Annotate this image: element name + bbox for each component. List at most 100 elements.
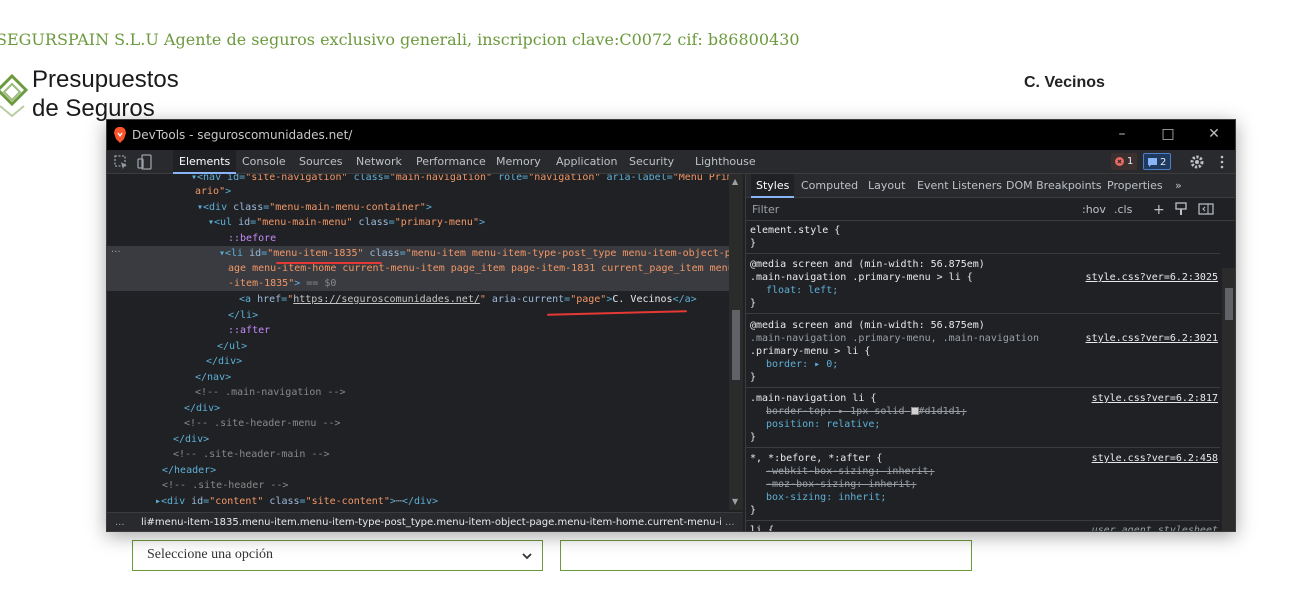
elements-scrollbar[interactable]: ▲ ▼ xyxy=(729,174,743,510)
chevron-down-icon xyxy=(522,553,532,560)
decl-color: #d1d1d1; xyxy=(918,406,967,417)
dom-comment[interactable]: <!-- .main-navigation --> xyxy=(107,385,729,400)
css-rules-list[interactable]: element.style { } @media screen and (min… xyxy=(746,222,1220,531)
toggle-sidebar-icon[interactable] xyxy=(1198,201,1214,217)
rule-declaration[interactable]: float: left; xyxy=(766,284,838,297)
rule-selector[interactable]: *, *:before, *:after { xyxy=(750,452,882,465)
dom-line[interactable]: </header> xyxy=(107,463,729,478)
tab-styles[interactable]: Styles xyxy=(751,174,795,198)
dom-comment[interactable]: <!-- .site-header --> xyxy=(107,478,729,493)
rule-close: } xyxy=(750,238,757,249)
tab-event-listeners[interactable]: Event Listeners xyxy=(912,174,1007,198)
nav-link-c-vecinos[interactable]: C. Vecinos xyxy=(1024,74,1105,92)
dom-breadcrumb[interactable]: ... li#menu-item-1835.menu-item.menu-ite… xyxy=(107,512,743,531)
tab-application[interactable]: Application xyxy=(550,150,623,174)
dom-line[interactable]: ario"> xyxy=(107,184,729,199)
text-input[interactable] xyxy=(560,540,972,571)
rule-declaration-overridden[interactable]: -webkit-box-sizing: inherit; xyxy=(766,465,935,478)
maximize-icon[interactable]: □ xyxy=(1160,126,1176,142)
rule-media: @media screen and (min-width: 56.875em) xyxy=(750,259,985,270)
dom-line[interactable]: </ul> xyxy=(107,339,729,354)
tab-memory[interactable]: Memory xyxy=(490,150,547,174)
tab-security[interactable]: Security xyxy=(623,150,680,174)
tab-sources[interactable]: Sources xyxy=(293,150,349,174)
styles-subtabs: Styles Computed Layout Event Listeners D… xyxy=(746,174,1235,198)
tab-performance[interactable]: Performance xyxy=(410,150,492,174)
scroll-up-icon[interactable]: ▲ xyxy=(732,178,740,186)
message-icon xyxy=(1148,158,1157,167)
devtools-titlebar: DevTools - seguroscomunidades.net/ – □ ✕ xyxy=(107,120,1235,150)
brave-lion-icon xyxy=(114,127,126,143)
rule-declaration-overridden[interactable]: -moz-box-sizing: inherit; xyxy=(766,478,917,491)
close-icon[interactable]: ✕ xyxy=(1206,126,1222,142)
tab-lighthouse[interactable]: Lighthouse xyxy=(689,150,762,174)
dom-comment[interactable]: <!-- .site-header-main --> xyxy=(107,447,729,462)
rule-selector[interactable]: .primary-menu > li { xyxy=(750,345,870,358)
scrollbar-thumb[interactable] xyxy=(1225,288,1233,320)
message-count-badge[interactable]: 2 xyxy=(1143,153,1172,170)
scroll-down-icon[interactable]: ▼ xyxy=(732,498,740,506)
dom-line[interactable]: </nav> xyxy=(107,370,729,385)
rule-source-link[interactable]: style.css?ver=6.2:3021 xyxy=(1086,332,1218,345)
option-select[interactable]: Seleccione una opción xyxy=(132,540,543,571)
rule-selector[interactable]: .main-navigation .primary-menu, .main-na… xyxy=(750,332,1039,345)
site-logo[interactable]: Presupuestos de Seguros xyxy=(0,66,218,126)
tab-network[interactable]: Network xyxy=(350,150,408,174)
minimize-icon[interactable]: – xyxy=(1114,126,1130,142)
dom-line-selected[interactable]: age menu-item-home current-menu-item pag… xyxy=(107,261,729,276)
hov-toggle[interactable]: :hov xyxy=(1082,201,1106,219)
rule-element-style[interactable]: element.style { xyxy=(750,224,840,237)
tab-properties[interactable]: Properties xyxy=(1102,174,1168,198)
tab-console[interactable]: Console xyxy=(236,150,292,174)
rule-source-link[interactable]: style.css?ver=6.2:817 xyxy=(1092,392,1218,405)
styles-filter-row: Filter :hov .cls + xyxy=(746,199,1235,221)
dom-line[interactable]: </div> xyxy=(107,401,729,416)
paint-brush-icon[interactable] xyxy=(1174,201,1188,217)
new-rule-icon[interactable]: + xyxy=(1153,201,1165,219)
error-count-badge[interactable]: 1 xyxy=(1111,153,1138,170)
rule-selector[interactable]: .main-navigation .primary-menu > li { xyxy=(750,271,973,284)
dom-line[interactable]: ▸<div id="content" class="site-content">… xyxy=(107,494,729,509)
dom-line-anchor[interactable]: <a href="https://seguroscomunidades.net/… xyxy=(107,292,729,307)
dom-line-before[interactable]: ::before xyxy=(107,231,729,246)
rule-declaration[interactable]: position: relative; xyxy=(766,418,880,431)
rule-selector[interactable]: .main-navigation li { xyxy=(750,392,876,405)
rule-declaration-overridden[interactable]: border-top: ▸ 1px solid #d1d1d1; xyxy=(766,405,967,418)
scrollbar-thumb[interactable] xyxy=(732,310,740,380)
dom-line[interactable]: ▾<ul id="menu-main-menu" class="primary-… xyxy=(107,215,729,230)
dom-line[interactable]: </div> xyxy=(107,354,729,369)
dom-line[interactable]: </div> xyxy=(107,432,729,447)
settings-gear-icon[interactable] xyxy=(1189,154,1205,170)
styles-filter-input[interactable]: Filter xyxy=(750,201,1074,219)
device-toolbar-icon[interactable] xyxy=(137,154,153,170)
more-options-icon[interactable] xyxy=(1214,154,1230,170)
dom-line-selected[interactable]: ▾<li id="menu-item-1835" class="menu-ite… xyxy=(107,246,729,261)
elements-dom-tree[interactable]: ▾<nav id="site-navigation" class="main-n… xyxy=(107,174,729,510)
breadcrumb-overflow-left[interactable]: ... xyxy=(115,513,125,531)
dom-line[interactable]: </li> xyxy=(107,308,729,323)
rule-declaration[interactable]: box-sizing: inherit; xyxy=(766,491,886,504)
message-count: 2 xyxy=(1160,157,1167,168)
tab-elements[interactable]: Elements xyxy=(173,150,237,174)
site-topline: SEGURSPAIN S.L.U Agente de seguros exclu… xyxy=(0,30,800,49)
styles-scrollbar[interactable] xyxy=(1222,268,1235,531)
rule-source-link[interactable]: style.css?ver=6.2:458 xyxy=(1092,452,1218,465)
dom-comment[interactable]: <!-- .site-header-menu --> xyxy=(107,416,729,431)
dom-line-after[interactable]: ::after xyxy=(107,323,729,338)
logo-mark-icon xyxy=(0,73,29,118)
tab-layout[interactable]: Layout xyxy=(863,174,910,198)
cls-toggle[interactable]: .cls xyxy=(1114,201,1132,219)
tab-dom-breakpoints[interactable]: DOM Breakpoints xyxy=(1001,174,1107,198)
breadcrumb-overflow-right[interactable]: ... xyxy=(725,513,735,531)
color-swatch[interactable] xyxy=(910,407,919,415)
dom-line-selected[interactable]: -item-1835"> == $0 xyxy=(107,276,729,291)
rule-selector[interactable]: li { xyxy=(750,524,774,531)
inspect-element-icon[interactable] xyxy=(113,154,129,170)
more-tabs-icon[interactable]: » xyxy=(1170,174,1187,198)
rule-declaration[interactable]: border: ▸ 0; xyxy=(766,358,838,371)
rule-divider xyxy=(746,387,1220,388)
dom-line[interactable]: ▾<div class="menu-main-menu-container"> xyxy=(107,200,729,215)
tab-computed[interactable]: Computed xyxy=(796,174,863,198)
breadcrumb-path[interactable]: li#menu-item-1835.menu-item.menu-item-ty… xyxy=(141,513,721,531)
rule-source-link[interactable]: style.css?ver=6.2:3025 xyxy=(1086,271,1218,284)
